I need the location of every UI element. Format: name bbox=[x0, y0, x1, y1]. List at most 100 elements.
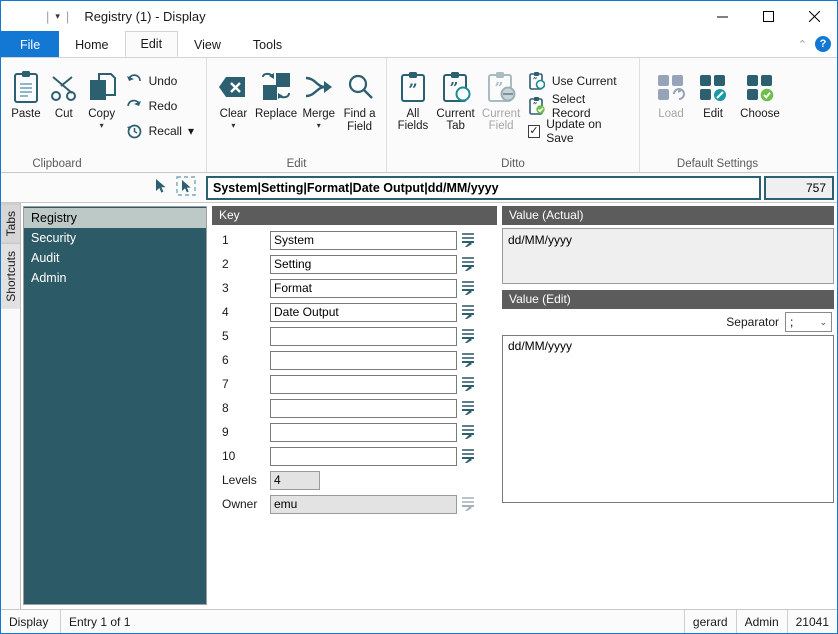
key-input-1[interactable] bbox=[270, 230, 457, 250]
group-label-default-settings: Default Settings bbox=[676, 158, 759, 170]
use-current-label: Use Current bbox=[551, 74, 617, 88]
checkbox-icon[interactable]: ✓ bbox=[527, 124, 541, 138]
tab-edit[interactable]: Edit bbox=[124, 31, 179, 57]
maximize-button[interactable] bbox=[745, 1, 791, 31]
sidebar-item-audit[interactable]: Audit bbox=[24, 248, 206, 268]
key-input-9[interactable] bbox=[270, 422, 457, 442]
close-button[interactable] bbox=[791, 1, 837, 31]
field-editor-icon[interactable] bbox=[457, 400, 479, 416]
minimize-button[interactable] bbox=[699, 1, 745, 31]
current-tab-button[interactable]: ” Current Tab bbox=[433, 64, 479, 132]
key-input-7[interactable] bbox=[270, 374, 457, 394]
tab-file[interactable]: File bbox=[1, 31, 60, 57]
merge-label: Merge bbox=[302, 108, 336, 120]
sidebar-item-security[interactable]: Security bbox=[24, 228, 206, 248]
pointer-icon[interactable] bbox=[154, 178, 168, 197]
separator-select[interactable]: ; ⌄ bbox=[785, 312, 832, 332]
current-field-label: Current Field bbox=[481, 108, 521, 132]
value-panel: Value (Actual) dd/MM/yyyy Value (Edit) S… bbox=[497, 203, 837, 609]
use-current-button[interactable]: ” Use Current bbox=[524, 70, 633, 92]
field-editor-icon[interactable] bbox=[457, 424, 479, 440]
help-icon[interactable]: ? bbox=[815, 36, 831, 52]
sidebar-item-admin[interactable]: Admin bbox=[24, 268, 206, 288]
merge-dropdown-icon[interactable]: ▾ bbox=[317, 122, 321, 130]
field-editor-icon[interactable] bbox=[457, 304, 479, 320]
key-input-2[interactable] bbox=[270, 254, 457, 274]
key-panel-header: Key bbox=[212, 206, 497, 225]
paste-button[interactable]: Paste bbox=[7, 64, 45, 121]
recall-button[interactable]: Recall ▾ bbox=[121, 120, 200, 142]
merge-button[interactable]: Merge ▾ bbox=[298, 64, 339, 130]
collapse-ribbon-icon[interactable]: ⌃ bbox=[798, 38, 807, 51]
address-field[interactable]: System|Setting|Format|Date Output|dd/MM/… bbox=[206, 175, 761, 200]
command-bar: System|Setting|Format|Date Output|dd/MM/… bbox=[1, 173, 837, 203]
tab-view[interactable]: View bbox=[178, 31, 237, 57]
cut-button[interactable]: Cut bbox=[45, 64, 83, 121]
clear-button[interactable]: Clear ▾ bbox=[213, 64, 254, 130]
ribbon-group-ditto: ” All Fields ” Current Tab ” Current Fie… bbox=[386, 58, 639, 172]
main-body: Tabs Shortcuts Registry Security Audit A… bbox=[1, 203, 837, 609]
key-input-3[interactable] bbox=[270, 278, 457, 298]
key-row-number: 10 bbox=[222, 449, 236, 463]
key-input-5[interactable] bbox=[270, 326, 457, 346]
redo-button[interactable]: Redo bbox=[121, 95, 200, 117]
field-editor-icon[interactable] bbox=[457, 280, 479, 296]
navigation-pane: Registry Security Audit Admin bbox=[23, 206, 207, 605]
update-on-save-button[interactable]: ✓ Update on Save bbox=[524, 117, 633, 145]
key-input-4[interactable] bbox=[270, 302, 457, 322]
key-row-number: 9 bbox=[222, 425, 229, 439]
window-title: Registry (1) - Display bbox=[84, 8, 206, 24]
ditto-small-buttons: ” Use Current ” Select Record ✓ Update o… bbox=[524, 64, 633, 145]
copy-dropdown-icon[interactable]: ▾ bbox=[100, 122, 104, 130]
redo-icon bbox=[125, 97, 143, 115]
tab-home[interactable]: Home bbox=[59, 31, 124, 57]
status-id: 21041 bbox=[795, 614, 829, 629]
sidebar-item-registry[interactable]: Registry bbox=[24, 208, 206, 228]
vertical-tab-strip: Tabs Shortcuts bbox=[1, 203, 21, 609]
tab-tools[interactable]: Tools bbox=[237, 31, 298, 57]
find-a-field-button[interactable]: Find a Field bbox=[339, 64, 380, 134]
chevron-down-icon: ⌄ bbox=[819, 316, 827, 327]
owner-input[interactable] bbox=[270, 494, 457, 514]
field-editor-icon[interactable] bbox=[457, 448, 479, 464]
field-editor-icon bbox=[457, 496, 479, 512]
separator-label: Separator bbox=[726, 315, 779, 329]
cut-label: Cut bbox=[54, 108, 73, 120]
quick-access-toolbar: | ▾ | bbox=[41, 10, 74, 23]
key-row-2: 2 bbox=[212, 252, 497, 276]
levels-input[interactable] bbox=[270, 470, 320, 490]
vertical-tab-tabs[interactable]: Tabs bbox=[1, 203, 20, 244]
pointer-select-icon[interactable] bbox=[176, 176, 196, 199]
select-record-icon: ” bbox=[528, 97, 546, 115]
group-label-ditto: Ditto bbox=[501, 158, 525, 170]
vertical-tab-shortcuts[interactable]: Shortcuts bbox=[1, 243, 20, 310]
key-input-10[interactable] bbox=[270, 446, 457, 466]
field-editor-icon[interactable] bbox=[457, 256, 479, 272]
key-row-number: 6 bbox=[222, 353, 229, 367]
undo-button[interactable]: Undo bbox=[121, 70, 200, 92]
vertical-strip-filler bbox=[1, 309, 20, 609]
key-input-8[interactable] bbox=[270, 398, 457, 418]
value-edit-textarea[interactable] bbox=[502, 335, 834, 503]
clear-dropdown-icon[interactable]: ▾ bbox=[231, 122, 235, 130]
edit-settings-button[interactable]: Edit bbox=[692, 64, 734, 121]
merge-icon bbox=[303, 67, 335, 107]
all-fields-button[interactable]: ” All Fields bbox=[393, 64, 433, 132]
key-input-6[interactable] bbox=[270, 350, 457, 370]
field-editor-icon[interactable] bbox=[457, 376, 479, 392]
replace-button[interactable]: Replace bbox=[254, 64, 299, 121]
recall-dropdown-icon[interactable]: ▾ bbox=[188, 124, 194, 138]
select-record-button[interactable]: ” Select Record bbox=[524, 92, 633, 120]
field-editor-icon[interactable] bbox=[457, 328, 479, 344]
owner-row: Owner bbox=[212, 492, 497, 516]
choose-settings-button[interactable]: Choose bbox=[734, 64, 786, 121]
load-settings-label: Load bbox=[658, 108, 684, 120]
copy-button[interactable]: Copy ▾ bbox=[83, 64, 121, 130]
status-entry: Entry 1 of 1 bbox=[61, 610, 685, 633]
paste-icon bbox=[11, 67, 41, 107]
separator-value: ; bbox=[790, 315, 794, 329]
separator-row: Separator ; ⌄ bbox=[502, 309, 834, 335]
field-editor-icon[interactable] bbox=[457, 352, 479, 368]
field-editor-icon[interactable] bbox=[457, 232, 479, 248]
recall-label: Recall bbox=[148, 124, 182, 138]
